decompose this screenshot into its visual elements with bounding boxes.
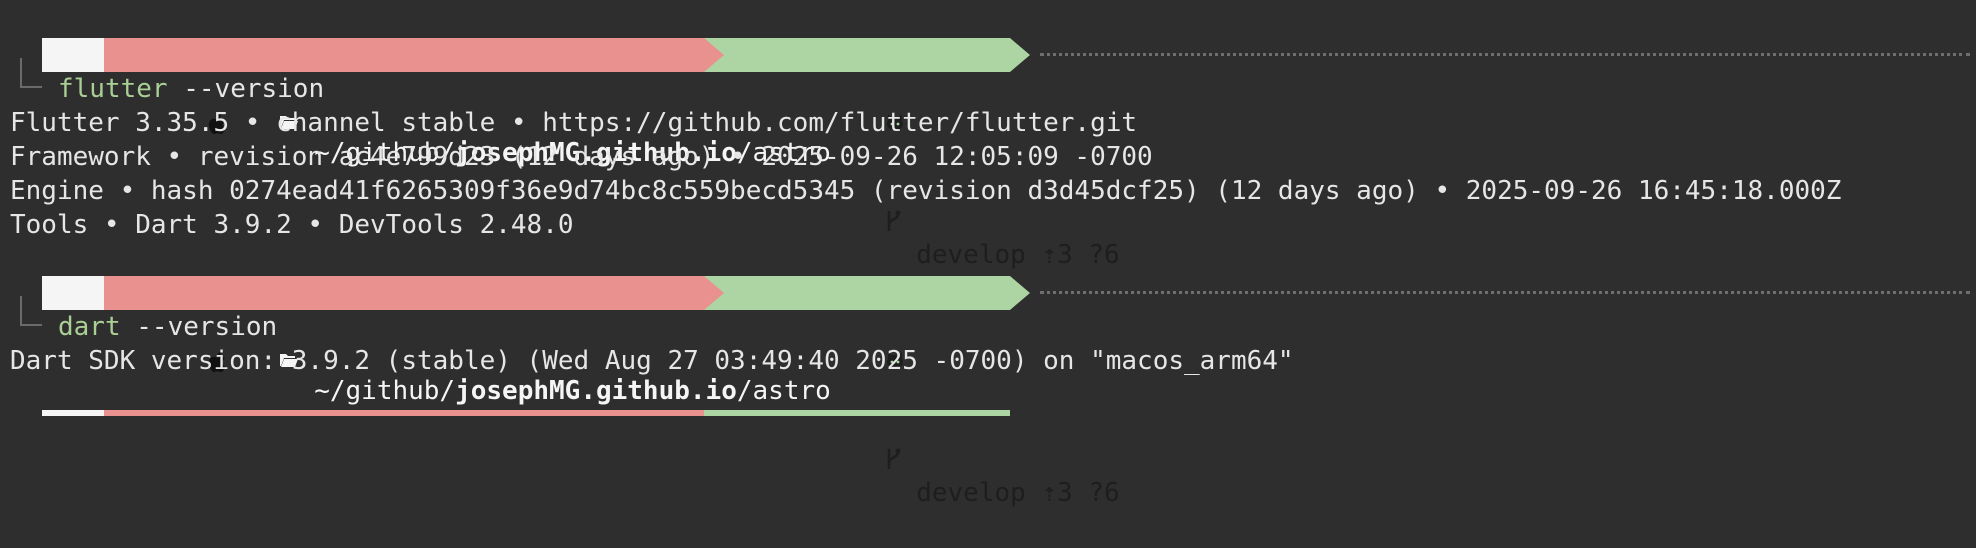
prompt-line-2: ~/github/josephMG.github.io/astro develo…: [0, 276, 1976, 508]
output-line: Engine • hash 0274ead41f6265309f36e9d74b…: [10, 176, 1842, 206]
command-name: flutter: [58, 74, 168, 104]
path-segment: ~/github/josephMG.github.io/astro: [104, 276, 831, 406]
next-prompt-partial: [42, 410, 704, 416]
path-segment: ~/github/josephMG.github.io/astro: [104, 38, 831, 168]
git-segment: develop ⇡3 ?6: [704, 38, 1120, 270]
prompt-connector: [20, 296, 42, 326]
ahead-count: ⇡3: [1041, 478, 1073, 508]
git-segment: develop ⇡3 ?6: [704, 276, 1120, 508]
path-prefix: ~/github/: [314, 376, 456, 406]
output-line: Dart SDK version: 3.9.2 (stable) (Wed Au…: [10, 346, 1294, 376]
command-name: dart: [58, 312, 121, 342]
git-branch-icon: [791, 412, 901, 514]
path-repo: josephMG.github.io: [455, 376, 737, 406]
ahead-count: ⇡3: [1041, 240, 1073, 270]
command-args: --version: [167, 74, 325, 104]
untracked-count: ?6: [1088, 478, 1120, 508]
output-line: Framework • revision ac4e799d23 (12 days…: [10, 142, 1153, 172]
branch-name: develop: [916, 240, 1026, 270]
command-line-1: flutter --version: [58, 72, 324, 106]
prompt-filler: [1040, 53, 1970, 56]
prompt-filler: [1040, 291, 1970, 294]
output-line: Flutter 3.35.5 • channel stable • https:…: [10, 108, 1138, 138]
command-line-2: dart --version: [58, 310, 277, 344]
command-args: --version: [120, 312, 278, 342]
prompt-line-1: ~/github/josephMG.github.io/astro develo…: [0, 38, 1976, 270]
output-line: Tools • Dart 3.9.2 • DevTools 2.48.0: [10, 210, 574, 240]
prompt-connector: [20, 58, 42, 88]
untracked-count: ?6: [1088, 240, 1120, 270]
branch-name: develop: [916, 478, 1026, 508]
